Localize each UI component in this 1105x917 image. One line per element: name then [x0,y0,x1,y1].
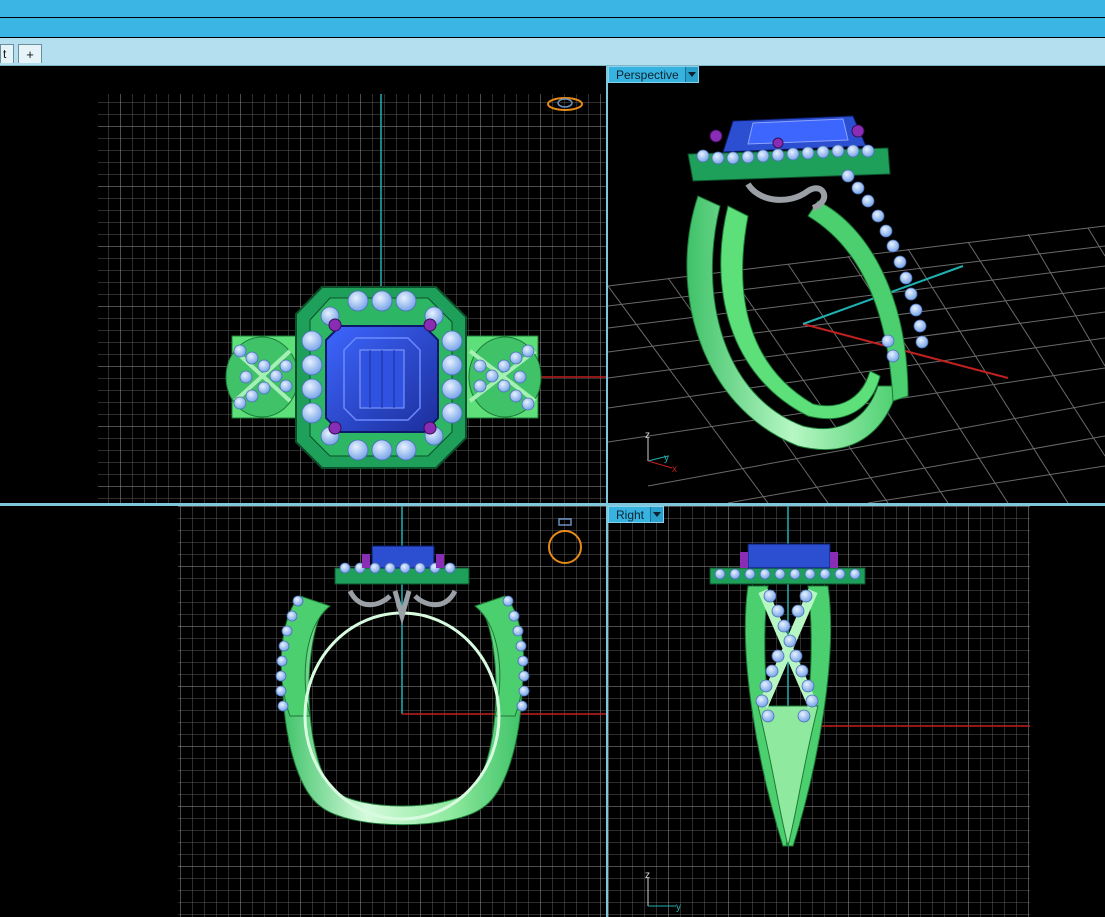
top-view-canvas [98,94,606,503]
right-view-canvas: z y [608,506,1030,917]
right-viewport-label[interactable]: Right [608,506,665,523]
viewport-right[interactable]: z y Right [608,506,1105,917]
menu-bar [0,18,1105,37]
ring-shank [686,195,909,451]
add-tab-button[interactable]: + [18,44,42,63]
perspective-viewport-label[interactable]: Perspective [608,66,699,83]
title-bar [0,0,1105,17]
viewport-tab-strip [0,38,1105,66]
axis-label-y: y [664,453,669,464]
viewport-front[interactable] [0,506,606,917]
axis-label-x: x [672,464,677,475]
viewport-divider-horizontal[interactable] [0,503,1105,506]
perspective-label-text: Perspective [616,68,679,82]
axis-label-y: y [676,902,681,913]
right-label-text: Right [616,508,645,522]
axis-gizmo: z y x [645,430,677,475]
viewport-top[interactable] [0,66,606,503]
layout-tab[interactable]: t [0,44,14,63]
perspective-view-canvas: z y x [608,115,1105,503]
axis-label-z: z [645,870,650,881]
perspective-grid [608,225,1105,503]
chevron-down-icon[interactable] [650,507,664,522]
front-view-canvas [178,506,606,917]
viewport-divider-vertical[interactable] [606,66,608,917]
chevron-down-icon[interactable] [684,67,698,82]
gallery-scroll [745,182,828,211]
center-gem [747,543,831,569]
axis-label-z: z [645,430,650,441]
viewport-perspective[interactable]: z y x Perspective [608,66,1105,503]
